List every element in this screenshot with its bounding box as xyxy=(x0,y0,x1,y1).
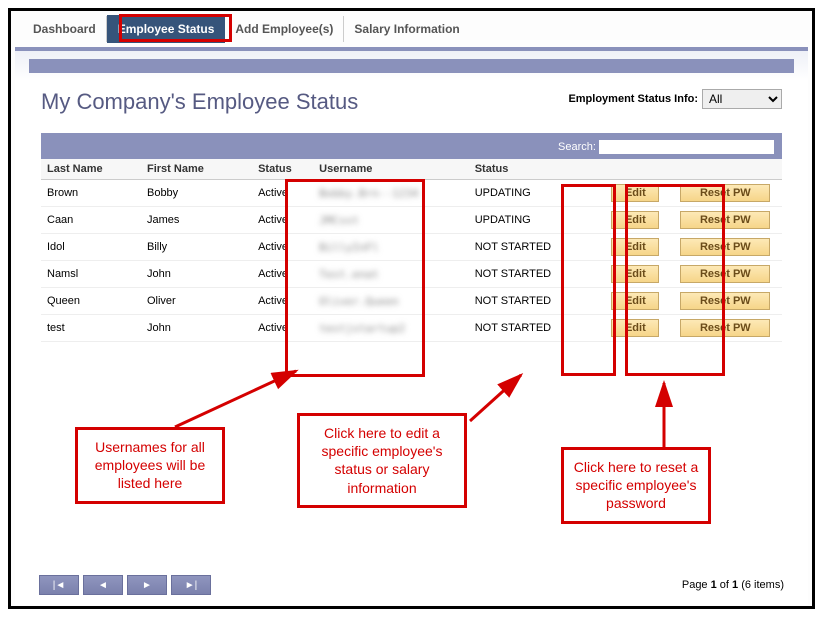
annotation-usernames: Usernames for all employees will be list… xyxy=(75,427,225,504)
cell-first-name: Oliver xyxy=(141,288,252,315)
table-row: CaanJamesActiveJMCsstUPDATING Edit Reset P… xyxy=(41,207,782,234)
edit-button[interactable]: Edit xyxy=(611,184,659,202)
edit-button[interactable]: Edit xyxy=(611,292,659,310)
search-bar: Search: xyxy=(41,139,782,159)
cell-last-name: Idol xyxy=(41,234,141,261)
cell-username: testjstartup2 xyxy=(313,315,469,342)
cell-username: Test.enat xyxy=(313,261,469,288)
tab-dashboard[interactable]: Dashboard xyxy=(23,16,107,42)
table-row: testJohnActivetestjstartup2NOT STARTED Ed… xyxy=(41,315,782,342)
pager: |◄ ◄ ► ►| Page 1 of 1 (6 items) xyxy=(39,575,784,595)
annotation-reset: Click here to reset a specific employee'… xyxy=(561,447,711,524)
annotation-edit: Click here to edit a specific employee's… xyxy=(297,413,467,508)
cell-status: Active xyxy=(252,261,313,288)
col-reset xyxy=(669,159,782,180)
pager-next-button[interactable]: ► xyxy=(127,575,167,595)
cell-last-name: Caan xyxy=(41,207,141,234)
col-edit xyxy=(602,159,669,180)
reset-pw-button[interactable]: Reset PW xyxy=(680,292,770,310)
cell-status: Active xyxy=(252,234,313,261)
cell-username: JMCsst xyxy=(313,207,469,234)
page-title: My Company's Employee Status xyxy=(41,89,358,115)
tab-bar: Dashboard Employee Status Add Employee(s… xyxy=(15,15,808,43)
search-label: Search: xyxy=(558,141,596,153)
cell-status: Active xyxy=(252,180,313,207)
cell-update-status: UPDATING xyxy=(469,180,602,207)
cell-username: Bobby.Brn--1234 xyxy=(313,180,469,207)
table-row: QueenOliverActiveOliver.QueenNOT STARTED… xyxy=(41,288,782,315)
cell-first-name: John xyxy=(141,261,252,288)
col-first-name[interactable]: First Name xyxy=(141,159,252,180)
next-icon: ► xyxy=(142,580,152,591)
app-frame: Dashboard Employee Status Add Employee(s… xyxy=(8,8,815,609)
cell-username: BillyInFl xyxy=(313,234,469,261)
table-row: NamslJohnActiveTest.enatNOT STARTED Edit R… xyxy=(41,261,782,288)
cell-update-status: UPDATING xyxy=(469,207,602,234)
reset-pw-button[interactable]: Reset PW xyxy=(680,238,770,256)
cell-status: Active xyxy=(252,207,313,234)
table-row: BrownBobbyActiveBobby.Brn--1234UPDATING E… xyxy=(41,180,782,207)
cell-update-status: NOT STARTED xyxy=(469,288,602,315)
pager-prev-button[interactable]: ◄ xyxy=(83,575,123,595)
search-input[interactable] xyxy=(599,140,774,154)
pager-info: Page 1 of 1 (6 items) xyxy=(682,579,784,591)
reset-pw-button[interactable]: Reset PW xyxy=(680,265,770,283)
tab-employee-status[interactable]: Employee Status xyxy=(107,15,226,43)
cell-first-name: Bobby xyxy=(141,180,252,207)
col-status[interactable]: Status xyxy=(252,159,313,180)
table-row: IdolBillyActiveBillyInFlNOT STARTED Edit R… xyxy=(41,234,782,261)
edit-button[interactable]: Edit xyxy=(611,319,659,337)
reset-pw-button[interactable]: Reset PW xyxy=(680,319,770,337)
employment-status-select[interactable]: All xyxy=(702,89,782,109)
cell-last-name: Namsl xyxy=(41,261,141,288)
cell-first-name: John xyxy=(141,315,252,342)
cell-last-name: Brown xyxy=(41,180,141,207)
reset-pw-button[interactable]: Reset PW xyxy=(680,211,770,229)
grid: Search: Last Name First Name Status User… xyxy=(41,133,782,342)
cell-last-name: test xyxy=(41,315,141,342)
col-last-name[interactable]: Last Name xyxy=(41,159,141,180)
cell-status: Active xyxy=(252,315,313,342)
cell-update-status: NOT STARTED xyxy=(469,234,602,261)
cell-username: Oliver.Queen xyxy=(313,288,469,315)
reset-pw-button[interactable]: Reset PW xyxy=(680,184,770,202)
cell-update-status: NOT STARTED xyxy=(469,261,602,288)
filter-row: Employment Status Info: All xyxy=(568,89,782,109)
filter-label: Employment Status Info: xyxy=(568,93,698,105)
main-panel: My Company's Employee Status Employment … xyxy=(15,47,808,605)
cell-update-status: NOT STARTED xyxy=(469,315,602,342)
cell-last-name: Queen xyxy=(41,288,141,315)
tab-salary-information[interactable]: Salary Information xyxy=(344,16,469,42)
cell-status: Active xyxy=(252,288,313,315)
pager-first-button[interactable]: |◄ xyxy=(39,575,79,595)
col-status2[interactable]: Status xyxy=(469,159,602,180)
pager-last-button[interactable]: ►| xyxy=(171,575,211,595)
edit-button[interactable]: Edit xyxy=(611,211,659,229)
cell-first-name: Billy xyxy=(141,234,252,261)
panel-top-bar xyxy=(29,59,794,73)
panel-content: My Company's Employee Status Employment … xyxy=(29,73,794,352)
last-icon: ►| xyxy=(185,580,198,591)
col-username[interactable]: Username xyxy=(313,159,469,180)
employee-table: Last Name First Name Status Username Sta… xyxy=(41,159,782,342)
edit-button[interactable]: Edit xyxy=(611,265,659,283)
first-icon: |◄ xyxy=(53,580,66,591)
edit-button[interactable]: Edit xyxy=(611,238,659,256)
cell-first-name: James xyxy=(141,207,252,234)
tab-add-employees[interactable]: Add Employee(s) xyxy=(225,16,344,42)
prev-icon: ◄ xyxy=(98,580,108,591)
